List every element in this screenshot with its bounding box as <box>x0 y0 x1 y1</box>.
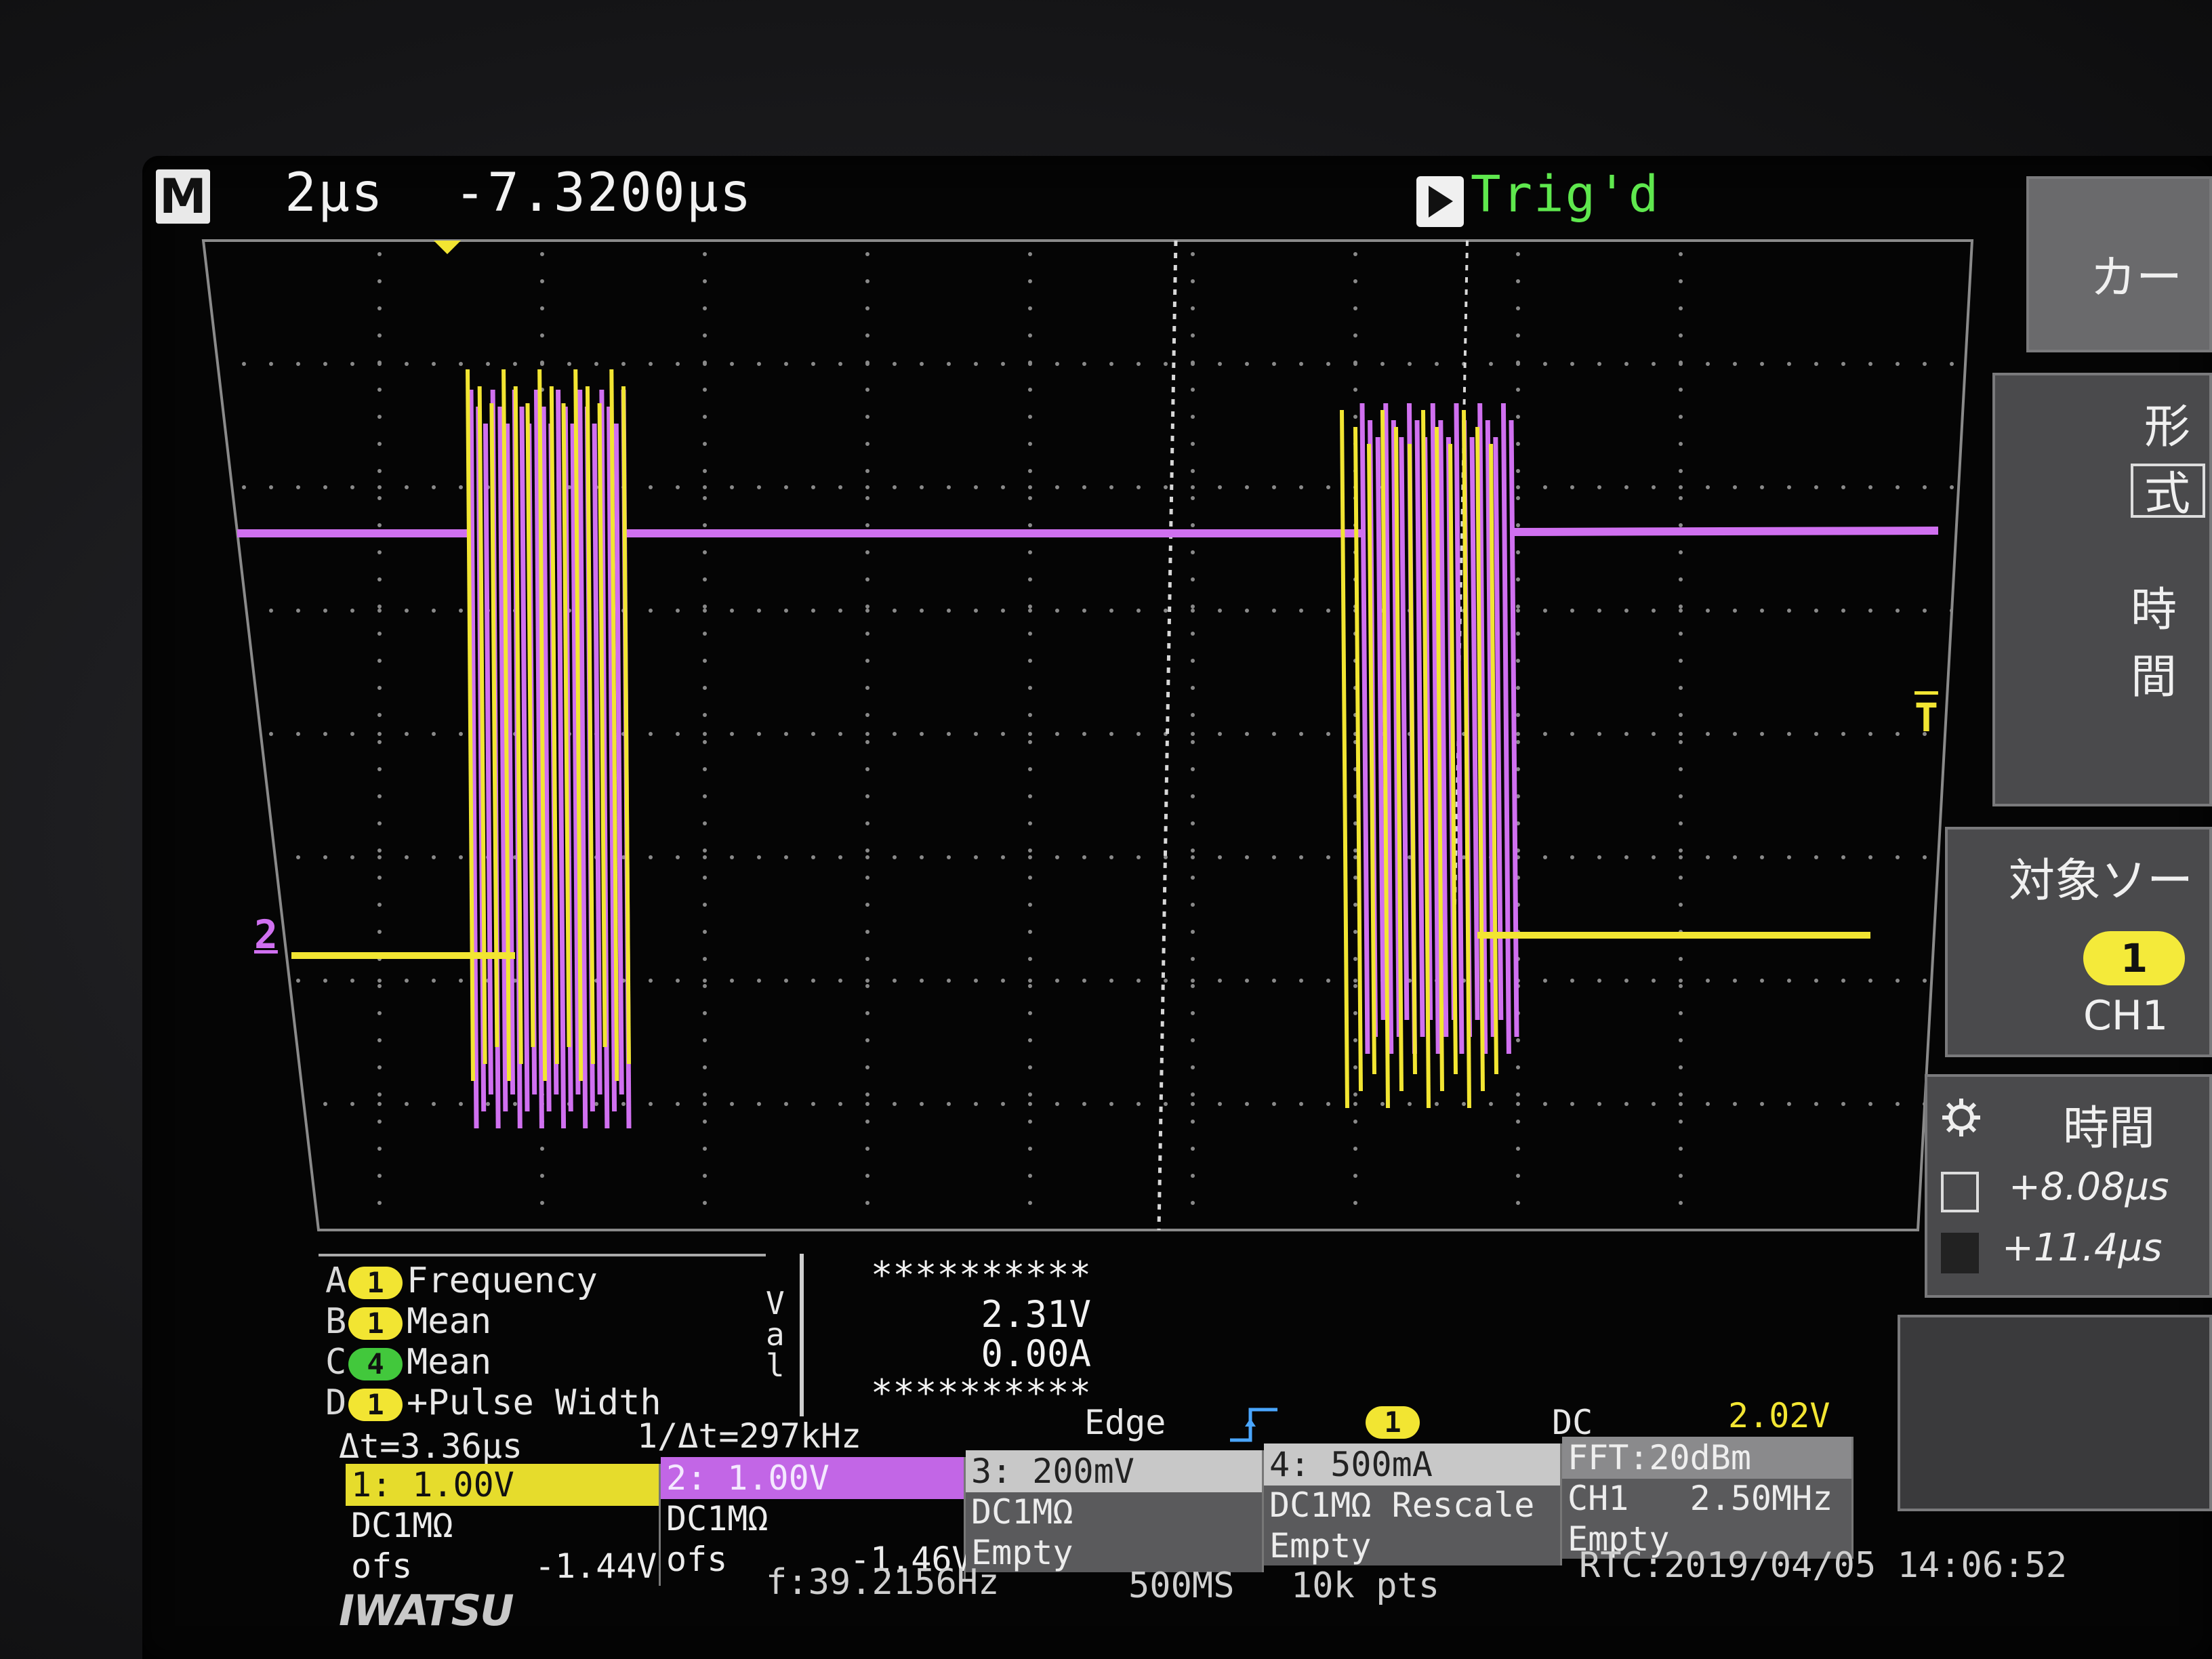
measurement-channel-pill: 1 <box>348 1267 403 1299</box>
ch3-coupling: DC1MΩ <box>971 1492 1073 1532</box>
measurement-row-b[interactable]: B 1 Mean <box>325 1301 491 1342</box>
rising-edge-icon <box>1230 1406 1277 1446</box>
soft-key-menu: カー 形式 時間 対象ソー 1 CH1 時間 +8.08µs +11.4µs <box>1891 176 2212 1532</box>
trigger-level[interactable]: 2.02V <box>1728 1396 1830 1435</box>
measurement-channel-pill: 4 <box>348 1348 403 1380</box>
cursor1-icon <box>1941 1172 1979 1212</box>
menu-item-source[interactable]: 対象ソー 1 CH1 <box>1945 827 2212 1057</box>
measurement-letter: D <box>325 1382 347 1423</box>
ch4-scale: 4: 500mA <box>1264 1443 1560 1486</box>
menu-item-format[interactable]: 形式 時間 <box>1992 373 2212 806</box>
center-axis-vertical <box>1157 240 1178 1231</box>
ch2-coupling: DC1MΩ <box>666 1499 769 1538</box>
mode-badge[interactable]: M <box>156 169 210 224</box>
cursor2-icon <box>1941 1233 1979 1273</box>
timebase-readout[interactable]: 2µs <box>285 163 384 224</box>
val-label: Val <box>766 1285 785 1384</box>
menu-item-format-value: 時間 <box>2131 583 2177 704</box>
format-icon <box>2131 464 2205 518</box>
delay-readout[interactable]: -7.3200µs <box>454 163 753 224</box>
ch4-coupling: DC1MΩ Rescale <box>1269 1486 1535 1525</box>
value-column-divider <box>800 1254 804 1416</box>
measurement-name: Mean <box>407 1301 492 1342</box>
ch1-settings[interactable]: 1: 1.00V DC1MΩ ofs -1.44V <box>346 1464 661 1586</box>
measurement-value-a: ********** <box>870 1254 1091 1296</box>
trigger-frequency: f:39.2156Hz <box>766 1562 1000 1603</box>
ch1-offset: ofs -1.44V <box>351 1547 657 1586</box>
measurement-row-d[interactable]: D 1 +Pulse Width <box>325 1382 661 1423</box>
measurement-letter: C <box>325 1342 347 1382</box>
measurement-name: +Pulse Width <box>407 1382 661 1423</box>
measurement-channel-pill: 1 <box>348 1389 403 1421</box>
source-channel-pill: 1 <box>2083 931 2185 985</box>
record-length: 10k pts <box>1291 1565 1440 1606</box>
trigger-status: Trig'd <box>1471 165 1660 224</box>
ch1-coupling: DC1MΩ <box>351 1506 453 1545</box>
sample-rate: 500MS <box>1128 1565 1235 1606</box>
ch3-scale: 3: 200mV <box>966 1450 1262 1492</box>
fft-settings[interactable]: FFT:20dBm CH1 2.50MHz Empty <box>1562 1437 1853 1559</box>
menu-item-empty[interactable] <box>1898 1315 2212 1511</box>
delta-t-readout: Δt=3.36µs <box>339 1427 523 1466</box>
cursor2-value: +11.4µs <box>2002 1226 2163 1270</box>
trigger-position-marker <box>434 241 461 254</box>
measurement-name: Mean <box>407 1342 492 1382</box>
inverse-delta-t-readout: 1/Δt=297kHz <box>637 1416 862 1456</box>
measurement-channel-pill: 1 <box>348 1307 403 1340</box>
rtc-clock: RTC:2019/04/05 14:06:52 <box>1579 1545 2068 1586</box>
gear-icon <box>1941 1097 1982 1138</box>
ch4-status: Empty <box>1269 1526 1372 1565</box>
ch1-scale: 1: 1.00V <box>346 1464 659 1506</box>
menu-item-time[interactable]: 時間 +8.08µs +11.4µs <box>1925 1074 2212 1298</box>
ch3-settings[interactable]: 3: 200mV DC1MΩ Empty <box>966 1450 1264 1572</box>
waveform-graticule <box>201 239 1974 1231</box>
menu-item-source-label: 対象ソー <box>2009 855 2194 908</box>
measurement-value-c: 0.00A <box>981 1332 1091 1375</box>
measurement-letter: B <box>325 1301 347 1342</box>
fft-scale: FFT:20dBm <box>1562 1437 1851 1479</box>
menu-item-source-value: CH1 <box>2083 992 2169 1040</box>
menu-item-cursor[interactable]: カー <box>2026 176 2212 352</box>
ch2-offset-marker[interactable]: 2 <box>254 912 278 958</box>
brand-logo: IWATSU <box>339 1586 514 1635</box>
measurement-name: Frequency <box>407 1261 598 1301</box>
measurement-row-a[interactable]: A 1 Frequency <box>325 1261 598 1301</box>
measurement-value-d: ********** <box>870 1372 1091 1414</box>
measurement-row-c[interactable]: C 4 Mean <box>325 1342 491 1382</box>
trigger-type[interactable]: Edge <box>1084 1403 1166 1442</box>
measurement-value-b: 2.31V <box>981 1293 1091 1336</box>
ch4-settings[interactable]: 4: 500mA DC1MΩ Rescale Empty <box>1264 1443 1562 1565</box>
fft-source: CH1 2.50MHz <box>1568 1479 1833 1518</box>
ch2-settings[interactable]: 2: 1.00V DC1MΩ ofs -1.46V <box>661 1457 972 1579</box>
menu-item-time-label: 時間 <box>2063 1102 2156 1155</box>
top-status-bar: M 2µs -7.3200µs Trig'd <box>156 163 2053 237</box>
ch2-scale: 2: 1.00V <box>661 1457 964 1499</box>
cursor1-value: +8.08µs <box>2009 1165 2169 1209</box>
trigger-source-pill[interactable]: 1 <box>1366 1406 1420 1439</box>
menu-item-cursor-label: カー <box>2090 251 2183 305</box>
run-state-icon <box>1416 176 1464 227</box>
measurement-letter: A <box>325 1261 347 1301</box>
